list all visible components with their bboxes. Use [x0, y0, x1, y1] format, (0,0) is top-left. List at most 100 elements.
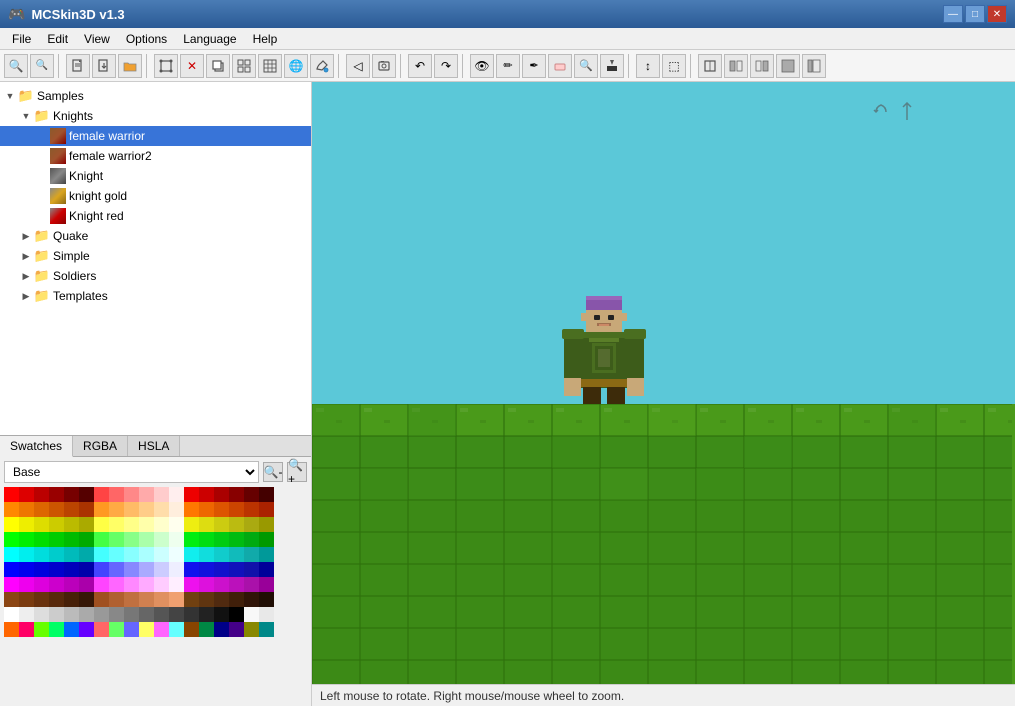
- pencil-button[interactable]: ✏: [496, 54, 520, 78]
- color-swatch[interactable]: [34, 562, 49, 577]
- new-skin-button[interactable]: [66, 54, 90, 78]
- grid-button[interactable]: [232, 54, 256, 78]
- color-swatch[interactable]: [169, 562, 184, 577]
- tree-node-knight[interactable]: Knight: [0, 166, 311, 186]
- color-swatch[interactable]: [64, 502, 79, 517]
- color-swatch[interactable]: [139, 502, 154, 517]
- color-swatch[interactable]: [244, 547, 259, 562]
- color-swatch[interactable]: [124, 622, 139, 637]
- color-swatch[interactable]: [49, 532, 64, 547]
- color-swatch[interactable]: [94, 517, 109, 532]
- transform-button[interactable]: [154, 54, 178, 78]
- minimize-button[interactable]: —: [943, 5, 963, 23]
- color-swatch[interactable]: [244, 607, 259, 622]
- color-swatch[interactable]: [259, 547, 274, 562]
- paint-bucket-button[interactable]: [310, 54, 334, 78]
- color-swatch[interactable]: [259, 577, 274, 592]
- color-swatch[interactable]: [139, 532, 154, 547]
- color-swatch[interactable]: [139, 487, 154, 502]
- view4-button[interactable]: [776, 54, 800, 78]
- color-swatch[interactable]: [229, 547, 244, 562]
- color-swatch[interactable]: [34, 622, 49, 637]
- swatch-palette-select[interactable]: Base Web Custom: [4, 461, 259, 483]
- color-swatch[interactable]: [109, 547, 124, 562]
- color-swatch[interactable]: [94, 562, 109, 577]
- color-swatch[interactable]: [64, 562, 79, 577]
- color-swatch[interactable]: [34, 502, 49, 517]
- select-button[interactable]: ⬚: [662, 54, 686, 78]
- color-swatch[interactable]: [124, 487, 139, 502]
- color-swatch[interactable]: [139, 607, 154, 622]
- color-swatch[interactable]: [4, 502, 19, 517]
- color-swatch[interactable]: [109, 607, 124, 622]
- color-swatch[interactable]: [19, 592, 34, 607]
- tree-node-simple[interactable]: ▶ 📁 Simple: [0, 246, 311, 266]
- color-swatch[interactable]: [244, 502, 259, 517]
- color-swatch[interactable]: [184, 562, 199, 577]
- color-swatch[interactable]: [4, 592, 19, 607]
- color-swatch[interactable]: [184, 487, 199, 502]
- color-swatch[interactable]: [229, 517, 244, 532]
- import-button[interactable]: [92, 54, 116, 78]
- color-swatch[interactable]: [109, 532, 124, 547]
- menu-help[interactable]: Help: [245, 30, 286, 48]
- color-swatch[interactable]: [94, 607, 109, 622]
- color-swatch[interactable]: [214, 562, 229, 577]
- color-swatch[interactable]: [79, 502, 94, 517]
- open-button[interactable]: [118, 54, 142, 78]
- color-swatch[interactable]: [259, 487, 274, 502]
- color-swatch[interactable]: [214, 502, 229, 517]
- color-swatch[interactable]: [34, 532, 49, 547]
- color-swatch[interactable]: [4, 532, 19, 547]
- color-swatch[interactable]: [79, 592, 94, 607]
- color-swatch[interactable]: [199, 532, 214, 547]
- color-swatch[interactable]: [94, 532, 109, 547]
- color-swatch[interactable]: [139, 622, 154, 637]
- color-swatch[interactable]: [94, 622, 109, 637]
- color-swatch[interactable]: [199, 547, 214, 562]
- menu-file[interactable]: File: [4, 30, 39, 48]
- color-swatch[interactable]: [34, 547, 49, 562]
- tree-node-knight-red[interactable]: Knight red: [0, 206, 311, 226]
- color-swatch[interactable]: [244, 577, 259, 592]
- tree-view[interactable]: ▼ 📁 Samples ▼ 📁 Knights female warrior f: [0, 82, 311, 436]
- prev-button[interactable]: ◁: [346, 54, 370, 78]
- color-swatch[interactable]: [4, 487, 19, 502]
- color-swatch[interactable]: [109, 622, 124, 637]
- zoom-out-button[interactable]: 🔍: [30, 54, 54, 78]
- color-swatch[interactable]: [19, 517, 34, 532]
- color-swatch[interactable]: [169, 502, 184, 517]
- color-swatch[interactable]: [229, 577, 244, 592]
- color-swatch[interactable]: [184, 502, 199, 517]
- color-swatch[interactable]: [229, 487, 244, 502]
- color-swatch[interactable]: [79, 517, 94, 532]
- color-swatch[interactable]: [19, 547, 34, 562]
- color-swatch[interactable]: [124, 502, 139, 517]
- color-swatch[interactable]: [4, 562, 19, 577]
- color-swatch[interactable]: [244, 532, 259, 547]
- swatch-zoom-out-button[interactable]: 🔍-: [263, 462, 283, 482]
- color-swatch[interactable]: [199, 607, 214, 622]
- tree-node-templates[interactable]: ▶ 📁 Templates: [0, 286, 311, 306]
- color-swatch[interactable]: [244, 622, 259, 637]
- color-swatch[interactable]: [34, 487, 49, 502]
- menu-view[interactable]: View: [76, 30, 118, 48]
- color-swatch[interactable]: [34, 577, 49, 592]
- menu-language[interactable]: Language: [175, 30, 244, 48]
- color-swatch[interactable]: [19, 502, 34, 517]
- duplicate-button[interactable]: [206, 54, 230, 78]
- view3-button[interactable]: [750, 54, 774, 78]
- close-button[interactable]: ✕: [987, 5, 1007, 23]
- color-swatch[interactable]: [244, 592, 259, 607]
- color-swatch[interactable]: [169, 532, 184, 547]
- color-swatch[interactable]: [214, 517, 229, 532]
- tab-hsla[interactable]: HSLA: [128, 436, 180, 456]
- color-swatch[interactable]: [139, 577, 154, 592]
- color-swatch[interactable]: [19, 487, 34, 502]
- color-swatch[interactable]: [154, 487, 169, 502]
- color-swatch[interactable]: [169, 577, 184, 592]
- move-button[interactable]: ↕: [636, 54, 660, 78]
- expand-icon-knights[interactable]: ▼: [18, 108, 34, 124]
- tree-node-knight-gold[interactable]: knight gold: [0, 186, 311, 206]
- color-swatch[interactable]: [109, 502, 124, 517]
